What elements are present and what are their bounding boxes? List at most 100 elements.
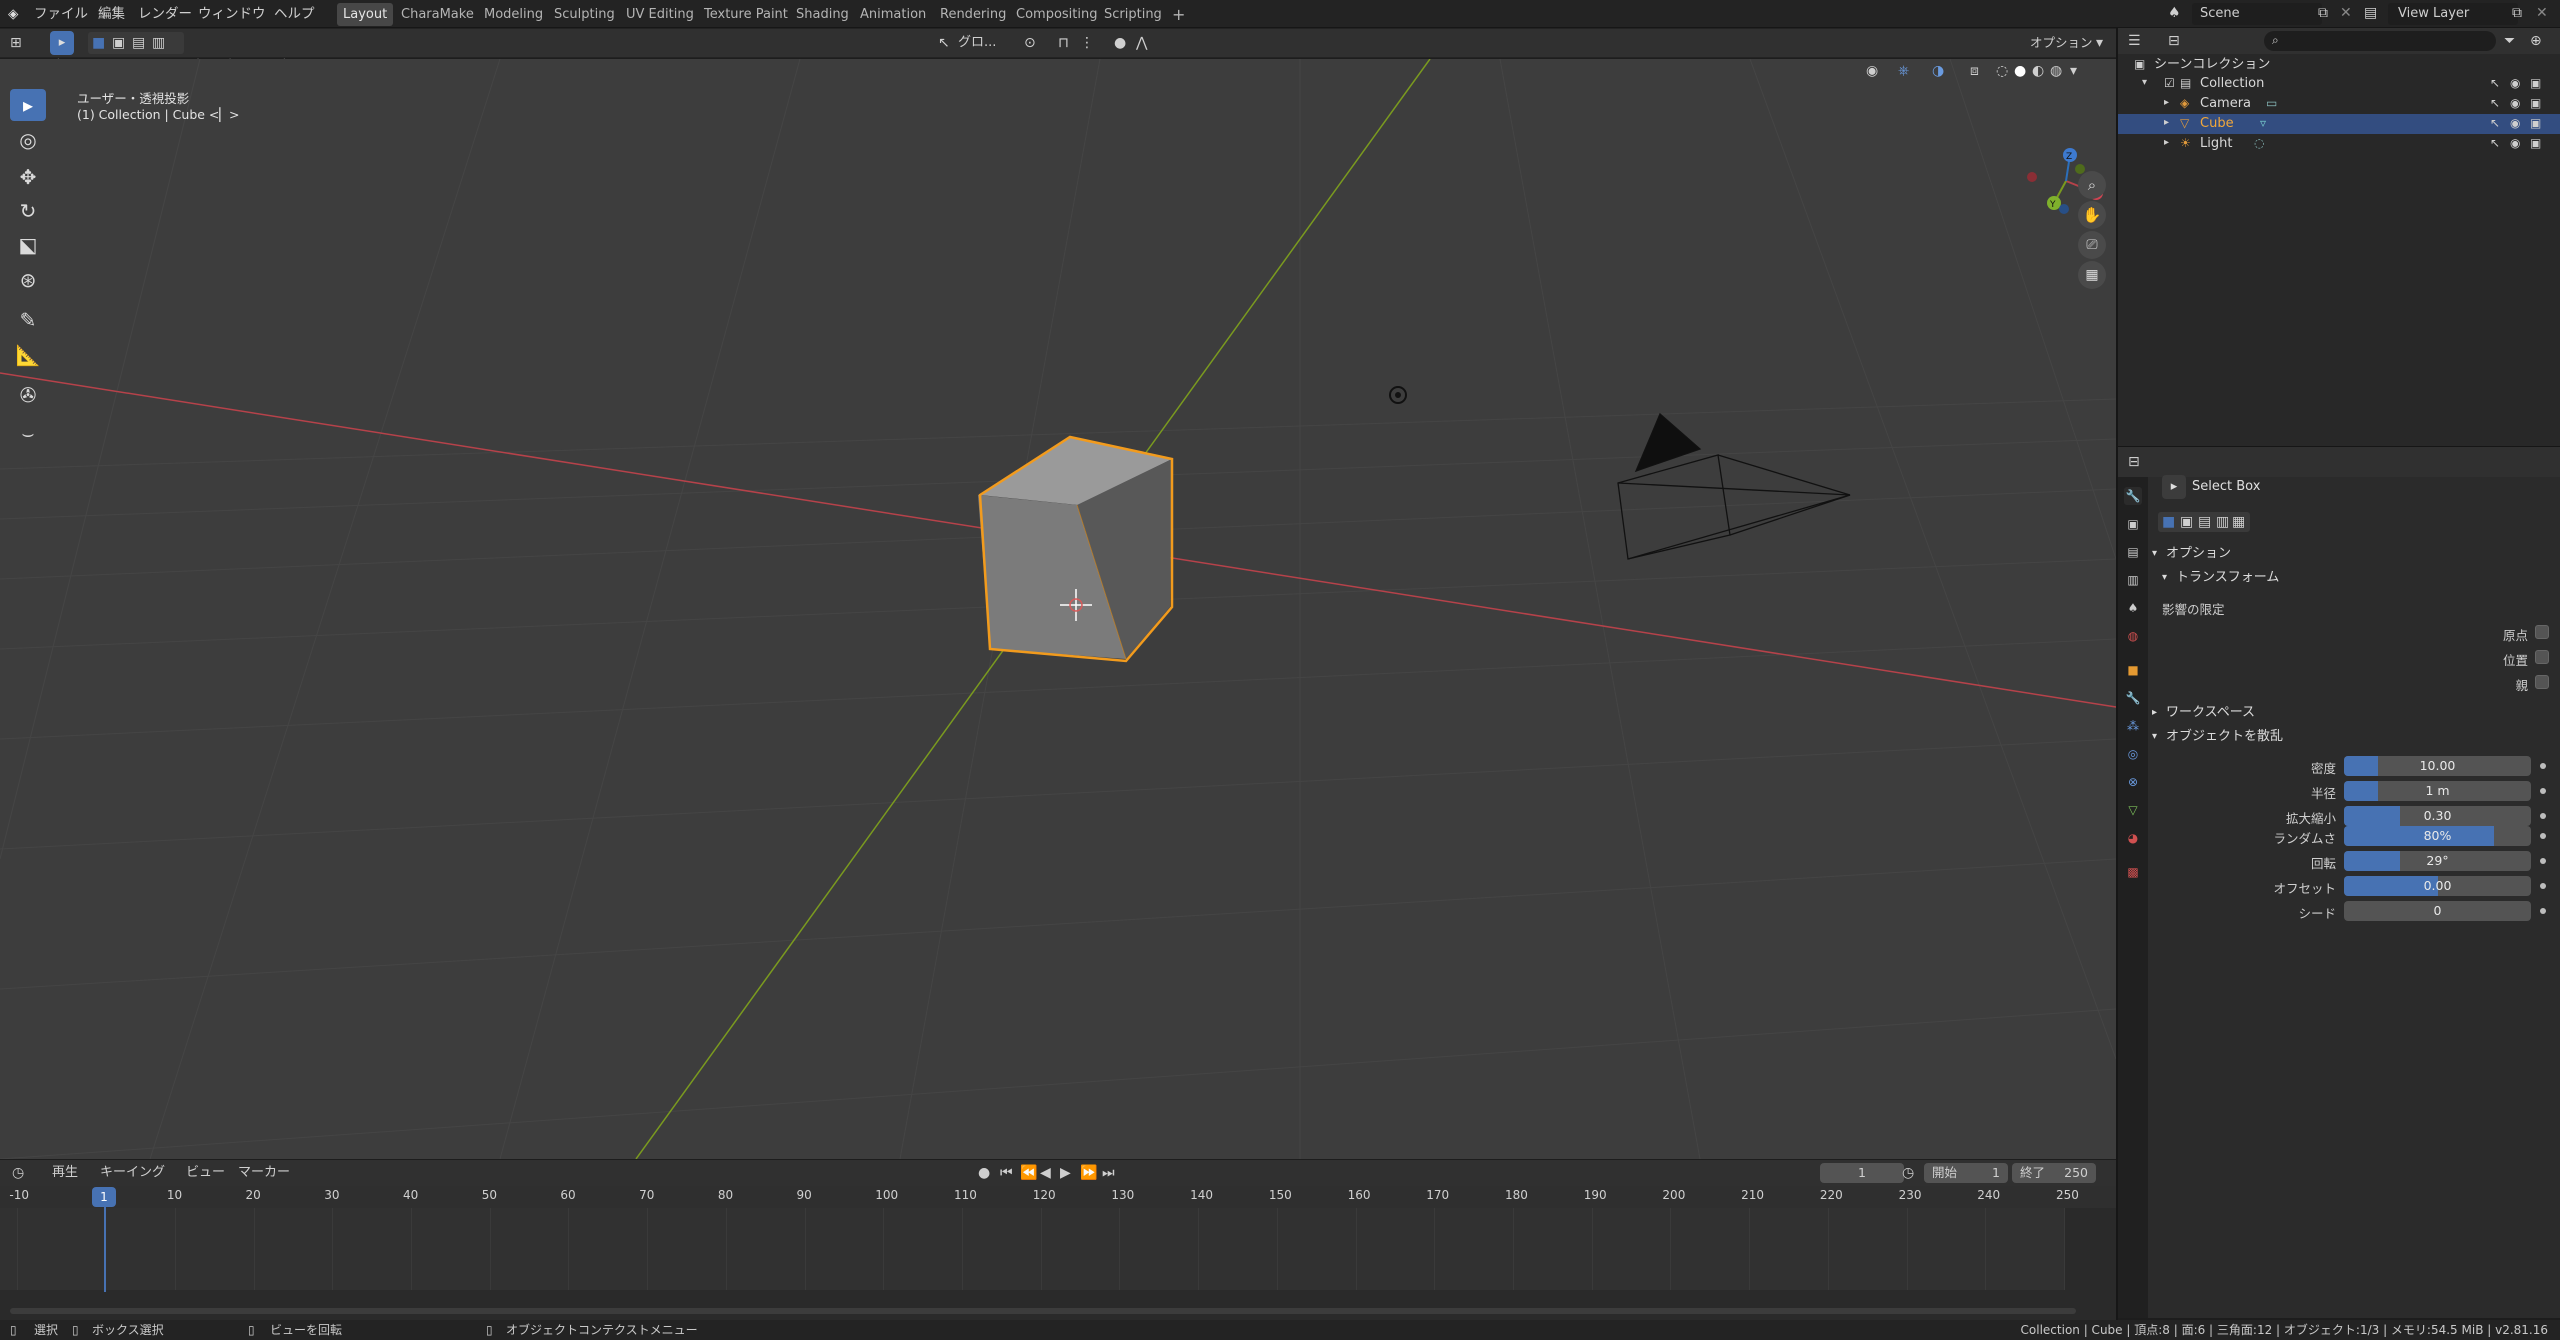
frame-ruler[interactable] bbox=[0, 1186, 2116, 1208]
play-reverse-icon[interactable]: ◀ bbox=[1040, 1166, 1051, 1180]
pivot-point-icon[interactable]: ⊙ bbox=[1024, 36, 1036, 50]
material-tab-icon[interactable]: ◕ bbox=[2124, 829, 2142, 847]
outliner-row-cube[interactable]: ▸ ▽ Cube ▿ ↖ ◉ ▣ bbox=[2118, 114, 2560, 134]
keyframe-dot-icon[interactable] bbox=[2540, 788, 2546, 794]
visibility-icon[interactable]: ◉ bbox=[1866, 64, 1878, 78]
display-mode-icon[interactable]: ⊟ bbox=[2168, 34, 2180, 48]
timeline-editor-icon[interactable]: ◷ bbox=[12, 1166, 24, 1180]
menu-timeline-view[interactable]: ビュー bbox=[186, 1160, 225, 1186]
number-field[interactable]: 0.00 bbox=[2344, 876, 2531, 896]
number-field[interactable]: 0 bbox=[2344, 901, 2531, 921]
timeline-scrollbar[interactable] bbox=[10, 1308, 2076, 1314]
falloff-icon[interactable]: ⋀ bbox=[1136, 36, 1147, 50]
jump-start-icon[interactable]: ⏮ bbox=[1000, 1166, 1013, 1180]
tab-layout[interactable]: Layout bbox=[337, 3, 394, 26]
copy-view-layer-icon[interactable]: ⧉ bbox=[2512, 6, 2522, 20]
3d-viewport[interactable]: X Y Z ▸ ◎ ✥ ↻ ⬕ ⊛ ✎ 📐 ✇ ⌣ ユーザー・透視投影 (1) … bbox=[0, 59, 2116, 1159]
tab-shading[interactable]: Shading bbox=[790, 3, 855, 26]
move-tool[interactable]: ✥ bbox=[10, 161, 46, 193]
number-field[interactable]: 80% bbox=[2344, 826, 2531, 846]
rendered-shading-icon[interactable]: ◍ bbox=[2050, 64, 2062, 78]
overlay-toggle-icon[interactable]: ◑ bbox=[1932, 64, 1944, 78]
transform-orientation-icon[interactable]: ↖ bbox=[938, 36, 950, 50]
eye-icon[interactable]: ◉ bbox=[2510, 77, 2520, 89]
eye-icon[interactable]: ◉ bbox=[2510, 117, 2520, 129]
texture-tab-icon[interactable]: ▩ bbox=[2124, 863, 2142, 881]
tab-sculpting[interactable]: Sculpting bbox=[548, 3, 621, 26]
keyframe-dot-icon[interactable] bbox=[2540, 883, 2546, 889]
zoom-icon[interactable]: ⌕ bbox=[2078, 171, 2106, 199]
outliner-scene-collection[interactable]: ▣ シーンコレクション bbox=[2118, 55, 2560, 75]
render-tab-icon[interactable]: ▣ bbox=[2124, 515, 2142, 533]
tab-modeling[interactable]: Modeling bbox=[478, 3, 549, 26]
blender-logo-icon[interactable]: ◈ bbox=[8, 0, 18, 28]
number-field[interactable]: 29° bbox=[2344, 851, 2531, 871]
properties-editor-icon[interactable]: ⊟ bbox=[2128, 455, 2140, 469]
xray-icon[interactable]: ⧈ bbox=[1970, 64, 1979, 78]
wireframe-shading-icon[interactable]: ◌ bbox=[1996, 64, 2008, 78]
scale-tool[interactable]: ⬕ bbox=[10, 229, 46, 261]
annotate-tool[interactable]: ✎ bbox=[10, 304, 46, 336]
dopesheet-area[interactable] bbox=[0, 1208, 2064, 1290]
render-toggle-icon[interactable]: ▣ bbox=[2530, 97, 2541, 109]
select-box-tool[interactable]: ▸ bbox=[10, 89, 46, 121]
preview-range-icon[interactable]: ◷ bbox=[1902, 1166, 1914, 1180]
section-workspace[interactable]: ▸ ワークスペース bbox=[2148, 701, 2560, 725]
solid-shading-icon[interactable]: ● bbox=[2014, 64, 2026, 78]
add-workspace-button[interactable]: + bbox=[1166, 3, 1191, 26]
section-transform[interactable]: ▾ トランスフォーム bbox=[2148, 566, 2560, 590]
outliner-row-collection[interactable]: ▾ ☑ ▤ Collection ↖ ◉ ▣ bbox=[2118, 74, 2560, 94]
expand-chevron-icon[interactable]: ▸ bbox=[2164, 138, 2169, 148]
options-menu[interactable]: オプション bbox=[2030, 28, 2093, 58]
outliner-row-light[interactable]: ▸ ☀ Light ◌ ↖ ◉ ▣ bbox=[2118, 134, 2560, 154]
menu-file[interactable]: ファイル bbox=[34, 0, 88, 28]
tab-rendering[interactable]: Rendering bbox=[934, 3, 1012, 26]
view-layer-icon[interactable]: ▤ bbox=[2364, 6, 2377, 20]
material-shading-icon[interactable]: ◐ bbox=[2032, 64, 2044, 78]
camera-view-icon[interactable]: ⎚ bbox=[2078, 231, 2106, 259]
snap-icon[interactable]: ⊓ bbox=[1058, 36, 1069, 50]
output-tab-icon[interactable]: ▤ bbox=[2124, 543, 2142, 561]
menu-marker[interactable]: マーカー bbox=[238, 1160, 290, 1186]
modifier-tab-icon[interactable]: 🔧 bbox=[2124, 689, 2142, 707]
end-frame-field[interactable]: 終了 250 bbox=[2012, 1163, 2096, 1183]
affect-origin-checkbox[interactable] bbox=[2535, 625, 2549, 639]
menu-keying[interactable]: キーイング bbox=[100, 1160, 165, 1186]
current-frame-field[interactable]: 1 bbox=[1820, 1163, 1904, 1183]
perspective-toggle-icon[interactable]: ▦ bbox=[2078, 261, 2106, 289]
menu-window[interactable]: ウィンドウ bbox=[198, 0, 266, 28]
shading-options-icon[interactable]: ▾ bbox=[2070, 64, 2077, 78]
number-field[interactable]: 10.00 bbox=[2344, 756, 2531, 776]
transform-orientation-selector[interactable]: グロ... bbox=[958, 28, 996, 58]
scene-selector[interactable]: Scene bbox=[2192, 3, 2322, 25]
new-collection-icon[interactable]: ⊕ bbox=[2530, 34, 2542, 48]
keyframe-dot-icon[interactable] bbox=[2540, 858, 2546, 864]
keyframe-dot-icon[interactable] bbox=[2540, 763, 2546, 769]
outliner-row-camera[interactable]: ▸ ◈ Camera ▭ ↖ ◉ ▣ bbox=[2118, 94, 2560, 114]
next-keyframe-icon[interactable]: ⏩ bbox=[1080, 1166, 1097, 1180]
scene-icon[interactable]: ♠ bbox=[2168, 6, 2181, 20]
extra-tool[interactable]: ⌣ bbox=[10, 417, 46, 449]
tab-scripting[interactable]: Scripting bbox=[1098, 3, 1168, 26]
jump-end-icon[interactable]: ⏭ bbox=[1102, 1166, 1115, 1180]
tab-compositing[interactable]: Compositing bbox=[1010, 3, 1104, 26]
close-view-layer-icon[interactable]: ✕ bbox=[2536, 6, 2548, 20]
menu-render[interactable]: レンダー bbox=[138, 0, 192, 28]
tool-tab-icon[interactable]: 🔧 bbox=[2124, 487, 2142, 505]
affect-location-checkbox[interactable] bbox=[2535, 650, 2549, 664]
transform-tool[interactable]: ⊛ bbox=[10, 264, 46, 296]
record-icon[interactable]: ● bbox=[978, 1166, 990, 1180]
render-toggle-icon[interactable]: ▣ bbox=[2530, 137, 2541, 149]
play-icon[interactable]: ▶ bbox=[1060, 1166, 1071, 1180]
scene-tab-icon[interactable]: ♠ bbox=[2124, 599, 2142, 617]
select-toggle-icon[interactable]: ↖ bbox=[2490, 137, 2500, 149]
select-toggle-icon[interactable]: ↖ bbox=[2490, 97, 2500, 109]
select-toggle-icon[interactable]: ↖ bbox=[2490, 117, 2500, 129]
close-scene-icon[interactable]: ✕ bbox=[2340, 6, 2352, 20]
proportional-edit-icon[interactable]: ● bbox=[1114, 36, 1126, 50]
keyframe-dot-icon[interactable] bbox=[2540, 833, 2546, 839]
scatter-tool[interactable]: ✇ bbox=[10, 379, 46, 411]
number-field[interactable]: 1 m bbox=[2344, 781, 2531, 801]
world-tab-icon[interactable]: ◍ bbox=[2124, 627, 2142, 645]
outliner-search-input[interactable]: ⌕ bbox=[2264, 31, 2496, 51]
